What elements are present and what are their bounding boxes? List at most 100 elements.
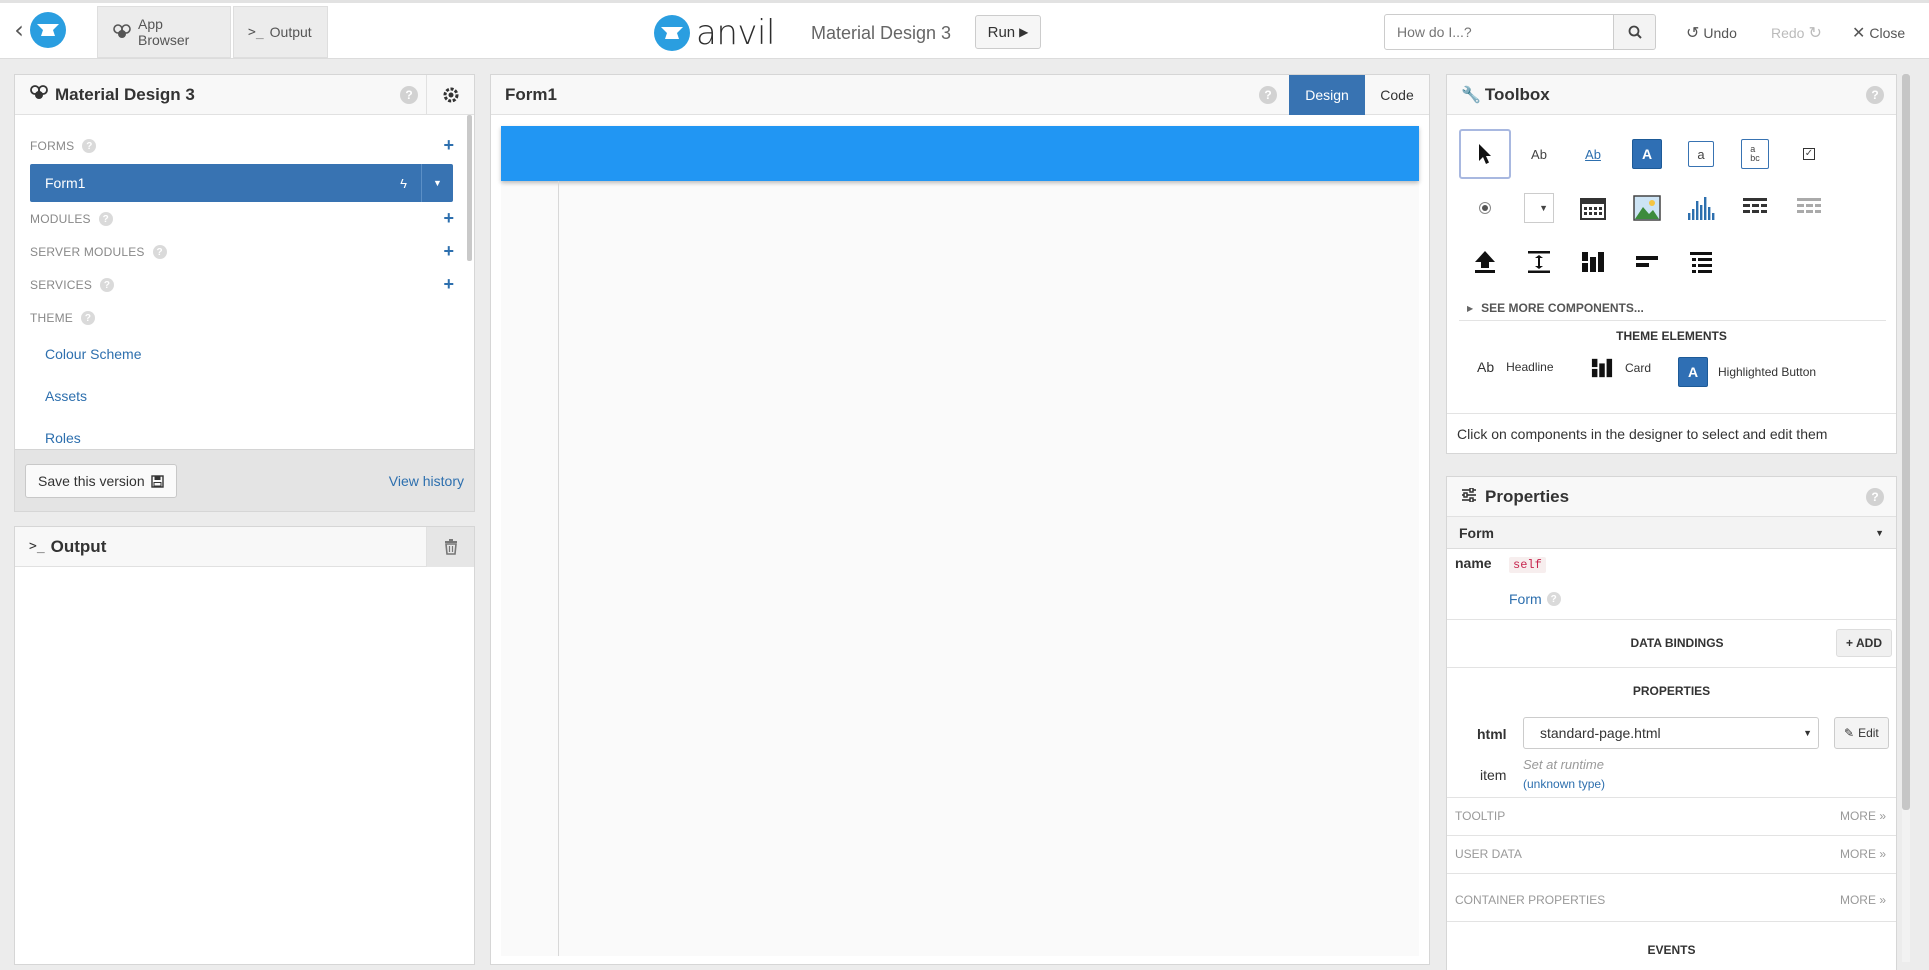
close-button[interactable]: ✕ Close (1852, 23, 1905, 43)
item-placeholder[interactable]: Set at runtime (1523, 757, 1604, 772)
toolbox-title: Toolbox (1484, 84, 1550, 104)
tool-flow-panel[interactable] (1621, 237, 1673, 287)
theme-link-colour-scheme[interactable]: Colour Scheme (45, 346, 142, 362)
container-properties-more-link[interactable]: MORE » (1840, 893, 1886, 907)
add-service-button[interactable]: + (443, 274, 454, 295)
html-select[interactable]: standard-page.html ▼ (1523, 717, 1819, 749)
undo-icon: ↺ (1686, 25, 1700, 42)
page-scrollbar-thumb[interactable] (1902, 74, 1910, 810)
tool-image[interactable] (1621, 183, 1673, 233)
terminal-icon: >_ (29, 539, 45, 554)
tool-data-grid[interactable] (1729, 183, 1781, 233)
tool-linear-panel[interactable] (1675, 237, 1727, 287)
search-button[interactable] (1613, 14, 1656, 50)
tab-output[interactable]: >_ Output (233, 6, 328, 58)
designer-panel: Form1 ? Design Code (490, 74, 1430, 965)
help-icon[interactable]: ? (1546, 592, 1561, 606)
theme-element-card[interactable]: Card (1591, 357, 1651, 379)
app-browser-icon (112, 23, 132, 42)
help-icon[interactable]: ? (1259, 85, 1277, 104)
tab-app-browser-label: App Browser (138, 16, 190, 48)
radio-icon (1479, 202, 1491, 214)
tool-pointer[interactable] (1459, 129, 1511, 179)
floppy-disk-icon (150, 474, 164, 488)
section-server-modules: SERVER MODULES ? (30, 245, 167, 259)
theme-element-card-label: Card (1625, 361, 1652, 375)
add-data-binding-button[interactable]: + ADD (1835, 629, 1892, 657)
add-module-button[interactable]: + (443, 208, 454, 229)
theme-link-assets[interactable]: Assets (45, 388, 87, 404)
tool-checkbox[interactable]: ✓ (1783, 129, 1835, 179)
scrollbar[interactable] (467, 115, 472, 261)
tab-output-label: Output (269, 24, 312, 40)
toolbox-header: 🔧 Toolbox ? (1447, 75, 1896, 115)
search-input[interactable] (1384, 14, 1614, 50)
theme-element-highlighted-button[interactable]: A Highlighted Button (1678, 357, 1816, 387)
add-form-button[interactable]: + (443, 135, 454, 156)
page-scrollbar-track (1902, 74, 1910, 962)
app-bar[interactable] (501, 126, 1419, 181)
more-label: MORE (1839, 893, 1876, 907)
settings-button[interactable] (426, 75, 474, 115)
item-type-link[interactable]: (unknown type) (1523, 777, 1605, 791)
view-history-link[interactable]: View history (389, 473, 464, 489)
tab-code[interactable]: Code (1365, 75, 1429, 115)
tool-repeating-panel[interactable] (1783, 183, 1835, 233)
undo-button[interactable]: ↺ Undo (1686, 23, 1737, 43)
design-canvas[interactable] (501, 126, 1419, 956)
tool-file-loader[interactable] (1459, 237, 1511, 287)
tool-textbox[interactable]: a (1675, 129, 1727, 179)
component-selector[interactable]: Form ▼ (1447, 517, 1896, 549)
help-icon[interactable]: ? (82, 139, 97, 153)
tool-label[interactable]: Ab (1513, 129, 1565, 179)
tool-label-text: Ab (1531, 146, 1547, 162)
theme-element-headline[interactable]: Ab Headline (1477, 359, 1554, 375)
type-link[interactable]: Form ? (1509, 591, 1561, 607)
add-label: ADD (1856, 636, 1882, 650)
tool-column-panel[interactable] (1567, 237, 1619, 287)
output-title: Output (50, 536, 107, 556)
run-button[interactable]: Run ▶ (975, 15, 1041, 49)
help-icon[interactable]: ? (100, 278, 115, 292)
checkbox-icon: ✓ (1803, 148, 1815, 160)
form-item-label: Form1 (45, 175, 86, 191)
properties-header: Properties ? (1447, 477, 1896, 517)
form-item-form1[interactable]: Form1 ϟ ▼ (30, 164, 453, 202)
help-icon[interactable]: ? (81, 311, 95, 325)
tab-app-browser[interactable]: App Browser (97, 6, 231, 58)
tool-radio[interactable] (1459, 183, 1511, 233)
save-version-button[interactable]: Save this version (25, 464, 177, 498)
theme-link-roles[interactable]: Roles (45, 430, 81, 446)
tool-button[interactable]: A (1621, 129, 1673, 179)
save-version-label: Save this version (38, 473, 145, 489)
tooltip-more-link[interactable]: MORE » (1840, 809, 1886, 823)
help-icon[interactable]: ? (1866, 85, 1884, 104)
tool-textbox-text: a (1688, 141, 1714, 167)
tool-textarea[interactable]: a bc (1729, 129, 1781, 179)
help-icon[interactable]: ? (1866, 487, 1884, 506)
see-more-components-link[interactable]: ▶ SEE MORE COMPONENTS... (1467, 301, 1644, 315)
tool-spacer[interactable] (1513, 237, 1565, 287)
help-icon[interactable]: ? (98, 212, 113, 226)
help-icon[interactable]: ? (152, 245, 167, 259)
lightning-icon[interactable]: ϟ (400, 176, 407, 191)
tool-datepicker[interactable] (1567, 183, 1619, 233)
section-theme-label: THEME (30, 311, 73, 325)
edit-html-button[interactable]: ✎ Edit (1834, 717, 1889, 749)
user-data-more-link[interactable]: MORE » (1840, 847, 1886, 861)
name-value-tag: self (1509, 557, 1546, 573)
tool-plot[interactable] (1675, 183, 1727, 233)
tab-design[interactable]: Design (1289, 75, 1365, 115)
form-dropdown-button[interactable]: ▼ (421, 164, 453, 202)
redo-button[interactable]: Redo ↻ (1771, 23, 1822, 43)
double-chevron-down-icon: » (1879, 809, 1886, 823)
gear-icon (443, 87, 458, 103)
add-server-module-button[interactable]: + (443, 241, 454, 262)
tool-dropdown[interactable]: ▼ (1513, 183, 1565, 233)
tool-link[interactable]: Ab (1567, 129, 1619, 179)
help-icon[interactable]: ? (400, 85, 418, 104)
back-button[interactable]: ‹ (8, 10, 94, 50)
run-label: Run (987, 23, 1016, 41)
properties-section-label: PROPERTIES (1632, 684, 1711, 698)
clear-output-button[interactable] (426, 527, 474, 567)
